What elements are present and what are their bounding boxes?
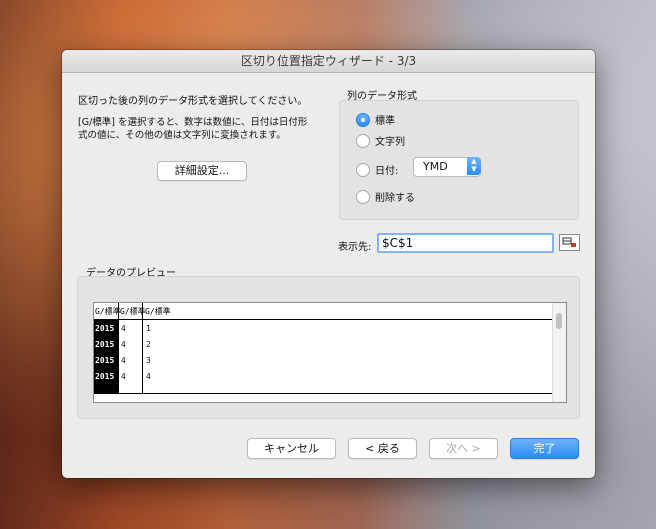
column-separator — [118, 303, 119, 393]
preview-hscroll-area — [94, 393, 552, 402]
radio-date-label[interactable]: 日付: — [375, 162, 398, 177]
radio-date[interactable] — [356, 163, 370, 177]
info-line: [G/標準] を選択すると、数字は数値に、日付は日付形 — [78, 117, 308, 128]
preview-cell: 2015 — [95, 372, 115, 381]
preview-cell: 4 — [121, 356, 126, 365]
destination-value: $C$1 — [382, 236, 414, 250]
preview-cell: 4 — [121, 372, 126, 381]
preview-cell: 2 — [146, 340, 151, 349]
radio-skip[interactable] — [356, 190, 370, 204]
preview-header-1: G/標準 — [95, 307, 121, 316]
preview-cell: 3 — [146, 356, 151, 365]
info-line: 式の値に、その他の値は文字列に変換されます。 — [78, 129, 286, 141]
date-format-value: YMD — [423, 160, 448, 173]
cancel-button[interactable]: キャンセル — [247, 438, 336, 459]
preview-table[interactable]: G/標準 G/標準 G/標準 2015 4 1 2015 4 2 2015 4 … — [93, 302, 567, 403]
radio-general-label[interactable]: 標準 — [375, 112, 395, 127]
preview-cell: 4 — [121, 340, 126, 349]
preview-cell: 2015 — [95, 356, 115, 365]
advanced-settings-button[interactable]: 詳細設定... — [157, 161, 247, 181]
next-button[interactable]: 次へ > — [429, 438, 498, 459]
window-title: 区切り位置指定ウィザード - 3/3 — [62, 50, 595, 73]
preview-vertical-scrollbar[interactable] — [552, 303, 566, 402]
info-text: [G/標準] を選択すると、数字は数値に、日付は日付形 式の値に、その他の値は文… — [78, 117, 308, 142]
date-format-select[interactable]: YMD ▲ ▼ — [413, 157, 481, 177]
format-group-box: 標準 文字列 日付: YMD ▲ ▼ 削除する — [339, 100, 579, 220]
preview-cell: 4 — [121, 324, 126, 333]
column-separator — [142, 303, 143, 393]
preview-header-3: G/標準 — [145, 307, 171, 316]
radio-general[interactable] — [356, 113, 370, 127]
range-select-icon — [562, 237, 576, 247]
scrollbar-thumb[interactable] — [556, 313, 562, 329]
range-picker-button[interactable] — [559, 234, 580, 251]
radio-skip-label[interactable]: 削除する — [375, 189, 415, 204]
preview-header-row: G/標準 G/標準 G/標準 — [94, 303, 552, 320]
radio-text-label[interactable]: 文字列 — [375, 133, 405, 148]
preview-cell: 1 — [146, 324, 151, 333]
radio-text[interactable] — [356, 134, 370, 148]
destination-input[interactable]: $C$1 — [377, 233, 554, 253]
destination-label: 表示先: — [338, 242, 372, 253]
text-wizard-dialog: 区切り位置指定ウィザード - 3/3 区切った後の列のデータ形式を選択してくださ… — [62, 50, 595, 478]
preview-cell: 4 — [146, 372, 151, 381]
description-text: 区切った後の列のデータ形式を選択してください。 — [78, 96, 308, 107]
preview-cell: 2015 — [95, 324, 115, 333]
chevron-updown-icon: ▲ ▼ — [467, 157, 481, 175]
preview-cell: 2015 — [95, 340, 115, 349]
preview-group-box: G/標準 G/標準 G/標準 2015 4 1 2015 4 2 2015 4 … — [77, 276, 580, 419]
back-button[interactable]: < 戻る — [348, 438, 417, 459]
finish-button[interactable]: 完了 — [510, 438, 579, 459]
